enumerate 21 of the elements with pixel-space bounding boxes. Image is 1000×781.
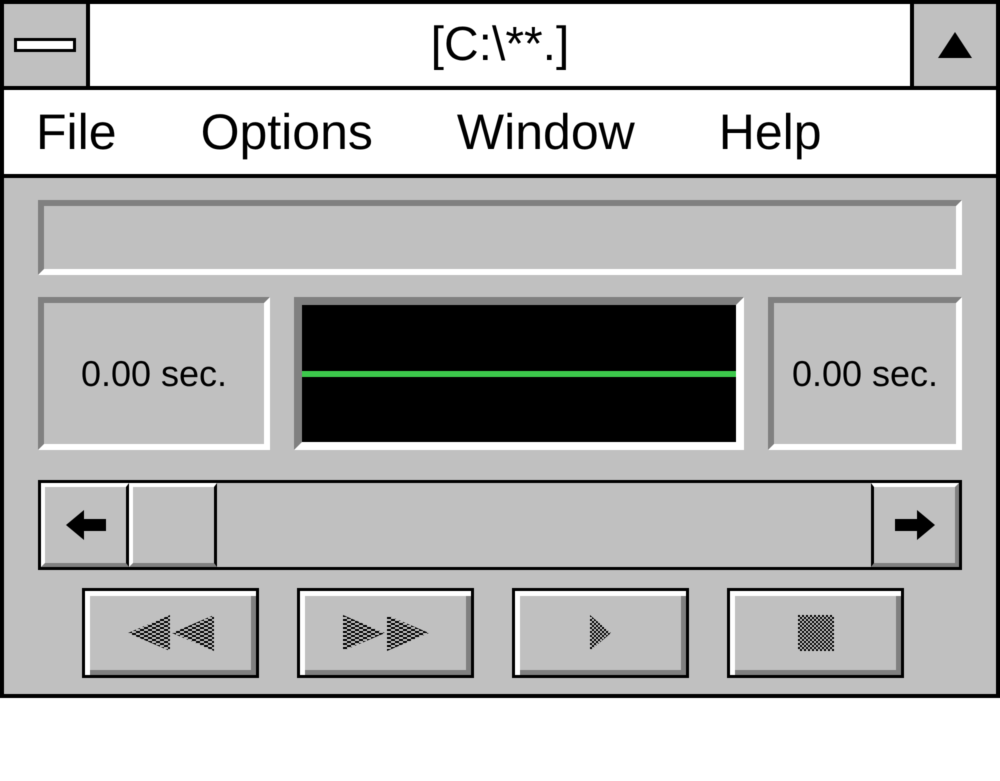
position-readout: 0.00 sec. [38,297,270,450]
menu-item[interactable]: Help [718,94,822,170]
up-triangle-icon [938,32,972,58]
maximize-button[interactable] [910,4,996,86]
length-readout: 0.00 sec. [768,297,962,450]
scroll-right-button[interactable] [871,483,959,567]
play-icon [590,615,611,651]
scroll-thumb[interactable] [129,483,217,567]
scroll-left-button[interactable] [41,483,129,567]
rewind-icon [128,615,214,651]
stop-icon [798,615,834,651]
left-arrow-icon [66,510,106,540]
menu-item[interactable]: Options [200,94,373,170]
right-arrow-icon [894,510,934,540]
minus-bar-icon [14,38,76,52]
window-title: [C:\**.] [430,17,570,73]
menu-item[interactable]: Window [456,94,635,170]
menu-item[interactable]: File [36,94,117,170]
control-menu-button[interactable] [4,4,90,86]
scroll-bar[interactable] [38,480,962,570]
fast-forward-icon [342,615,428,651]
